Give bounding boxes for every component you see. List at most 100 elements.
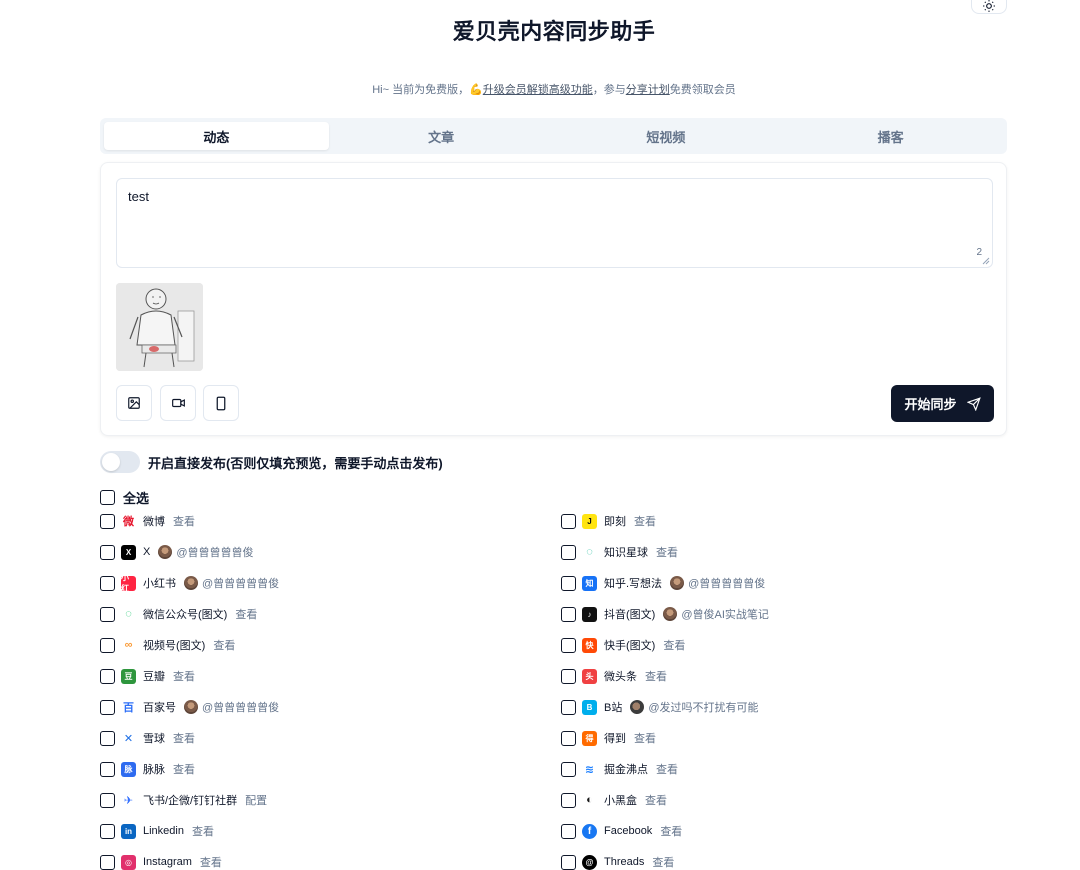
sun-icon [983,0,995,12]
platform-checkbox[interactable] [561,668,576,684]
platform-view-link[interactable]: 查看 [663,637,685,653]
platform-checkbox[interactable] [561,730,576,746]
platform-checkbox[interactable] [561,575,576,591]
uploaded-image-thumbnail[interactable] [116,283,203,371]
platform-view-link[interactable]: 查看 [656,544,678,560]
platform-checkbox[interactable] [100,823,115,839]
platform-row: 头微头条 查看 [561,668,981,684]
platform-account: @曾曾曾曾曾俊 [202,578,280,590]
tab-dynamic[interactable]: 动态 [104,122,329,150]
platform-view-link[interactable]: 查看 [173,761,195,777]
start-sync-button[interactable]: 开始同步 [891,385,994,422]
platform-row: 脉脉脉 查看 [100,761,520,777]
platform-name: 即刻 [604,516,626,528]
tab-article[interactable]: 文章 [329,122,554,150]
xiaoheihe-icon: ◐ [586,794,593,806]
platform-name: 小红书 [143,578,176,590]
platform-name: 微头条 [604,671,637,683]
juejin-icon: ≋ [584,763,595,776]
platform-view-link[interactable]: 查看 [634,730,656,746]
platform-view-link[interactable]: 查看 [645,668,667,684]
direct-publish-label: 开启直接发布(否则仅填充预览，需要手动点击发布) [148,455,443,471]
platform-checkbox[interactable] [561,699,576,715]
toutiao-icon: 头 [582,668,597,684]
resize-handle-icon[interactable] [982,257,990,265]
platform-view-link[interactable]: 查看 [173,668,195,684]
platform-view-link[interactable]: 查看 [652,854,674,870]
platform-checkbox[interactable] [561,854,576,870]
platform-checkbox[interactable] [561,513,576,529]
wechat-mp-icon: ◌ [125,608,132,620]
platform-checkbox[interactable] [100,854,115,870]
upgrade-link[interactable]: 升级会员解锁高级功能 [483,84,593,96]
platform-checkbox[interactable] [561,792,576,808]
platform-view-link[interactable]: 查看 [634,513,656,529]
platform-view-link[interactable]: 查看 [213,637,235,653]
content-type-tabs: 动态 文章 短视频 播客 [100,118,1007,154]
platform-row: ∞ 视频号(图文) 查看 [100,637,520,653]
platform-account: @曾曾曾曾曾俊 [176,547,254,559]
platform-checkbox[interactable] [100,637,115,653]
platform-checkbox[interactable] [100,761,115,777]
avatar [630,700,645,714]
membership-notice: Hi~ 当前为免费版，💪升级会员解锁高级功能，参与分享计划免费领取会员 [372,84,736,96]
tab-short-video[interactable]: 短视频 [554,122,779,150]
platform-view-link[interactable]: 查看 [656,761,678,777]
platform-name: 飞书/企微/钉钉社群 [143,795,238,807]
platform-checkbox[interactable] [100,792,115,808]
platform-checkbox[interactable] [100,575,115,591]
xueqiu-icon: ✕ [123,732,134,745]
facebook-icon: f [582,823,597,839]
add-video-button[interactable] [160,385,196,421]
platform-row: f Facebook 查看 [561,823,981,839]
platform-view-link[interactable]: 查看 [645,792,667,808]
platform-checkbox[interactable] [561,606,576,622]
platform-checkbox[interactable] [100,544,115,560]
platform-name: 微信公众号(图文) [143,609,228,621]
platform-name: 豆瓣 [143,671,165,683]
platform-row: 豆豆瓣 查看 [100,668,520,684]
platform-view-link[interactable]: 查看 [660,823,682,839]
platform-name: Linkedin [143,825,184,837]
direct-publish-switch[interactable] [100,451,140,473]
platform-name: 知识星球 [604,547,648,559]
platform-name: 小黑盒 [604,795,637,807]
kuaishou-icon: 快 [582,637,597,653]
theme-toggle-button[interactable] [971,0,1007,14]
platform-checkbox[interactable] [561,761,576,777]
platform-name: 抖音(图文) [604,609,656,621]
douyin-icon: ♪ [582,606,597,622]
zhihu-icon: 知 [582,575,597,591]
platform-name: Threads [604,856,645,868]
device-preview-button[interactable] [203,385,239,421]
add-image-button[interactable] [116,385,152,421]
platform-checkbox[interactable] [100,668,115,684]
platform-checkbox[interactable] [561,823,576,839]
bilibili-icon: B [582,699,597,715]
platform-checkbox[interactable] [100,730,115,746]
platform-checkbox[interactable] [100,699,115,715]
platform-checkbox[interactable] [561,544,576,560]
direct-publish-row: 开启直接发布(否则仅填充预览，需要手动点击发布) [100,451,443,473]
platform-view-link[interactable]: 查看 [192,823,214,839]
platform-name: 得到 [604,733,626,745]
platform-view-link[interactable]: 配置 [245,792,267,808]
platform-view-link[interactable]: 查看 [200,854,222,870]
platform-account: @曾俊AI实战笔记 [681,609,769,621]
content-textarea[interactable]: test 2 [116,178,993,268]
platform-view-link[interactable]: 查看 [173,513,195,529]
select-all-checkbox[interactable] [100,490,115,505]
platform-row: ◎ Instagram 查看 [100,854,520,870]
threads-icon: @ [582,854,597,870]
platform-view-link[interactable]: 查看 [235,606,257,622]
share-plan-link[interactable]: 分享计划 [626,84,670,96]
platform-checkbox[interactable] [561,637,576,653]
platform-row: 知知乎.写想法 @曾曾曾曾曾俊 [561,575,981,591]
tab-podcast[interactable]: 播客 [778,122,1003,150]
platform-view-link[interactable]: 查看 [173,730,195,746]
platform-checkbox[interactable] [100,513,115,529]
platform-checkbox[interactable] [100,606,115,622]
send-icon [966,396,981,411]
x-icon: X [121,544,136,560]
platform-row: ◌ 知识星球 查看 [561,544,981,560]
